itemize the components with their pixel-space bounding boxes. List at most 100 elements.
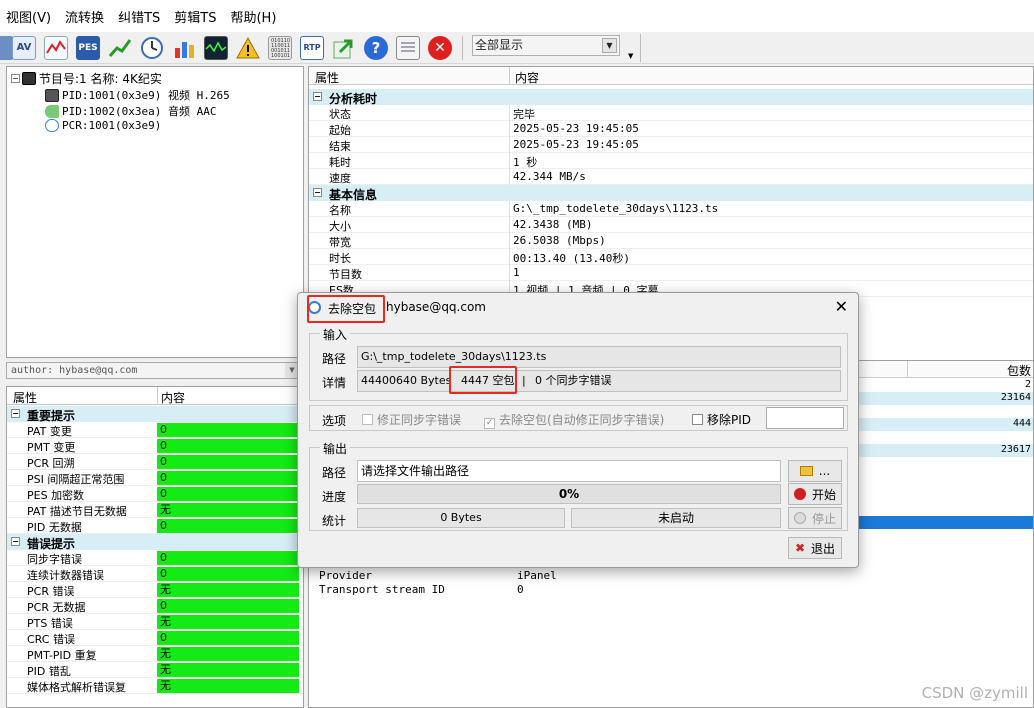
export-arrow-icon[interactable] xyxy=(332,36,356,60)
status-table: 属性 内容 − 重要提示 PAT 变更 0 PMT 变更 0 PCR 回溯 0 PSI 间隔超正… xyxy=(6,386,304,708)
collapse-icon[interactable]: − xyxy=(11,74,20,83)
option-remove-null[interactable]: ✓ 去除空包(自动修正同步字错误) xyxy=(484,411,664,429)
exit-button[interactable]: ✖ 退出 xyxy=(788,537,842,559)
input-path-field[interactable]: G:\_tmp_todelete_30days\1123.ts xyxy=(357,346,841,368)
browse-button[interactable]: ... xyxy=(788,460,842,482)
stats-label: 统计 xyxy=(322,514,347,528)
table-row[interactable]: 节目数 1 xyxy=(309,265,1033,281)
menu-help[interactable]: 帮助(H) xyxy=(230,7,276,26)
menu-fix-ts[interactable]: 纠错TS xyxy=(118,7,160,26)
filter-select[interactable]: 全部显示 ▼ xyxy=(472,35,620,56)
tree-root[interactable]: − 节目号:1 名称: 4K纪实 xyxy=(11,70,162,87)
output-path-field[interactable]: 请选择文件输出路径 xyxy=(357,460,781,482)
table-row[interactable]: PSI 间隔超正常范围 0 xyxy=(7,470,303,486)
section-row[interactable]: − 重要提示 xyxy=(7,406,303,423)
toolbar-overflow-icon[interactable]: ▼ xyxy=(628,52,633,60)
table-row[interactable]: PID 无数据 0 xyxy=(7,518,303,534)
tree-item-audio[interactable]: PID:1002(0x3ea) 音频 AAC xyxy=(45,103,216,119)
row-value: 无 xyxy=(157,647,299,661)
author-box[interactable]: author: hybase@qq.com xyxy=(6,362,298,379)
menu-bar: 视图(V) 流转换 纠错TS 剪辑TS 帮助(H) xyxy=(0,0,1034,32)
table-row[interactable]: 起始 2025-05-23 19:45:05 xyxy=(309,121,1033,137)
bar-chart-icon[interactable] xyxy=(172,36,196,60)
menu-view[interactable]: 视图(V) xyxy=(6,7,51,26)
checkbox-icon xyxy=(362,414,373,425)
table-row[interactable]: 名称 G:\_tmp_todelete_30days\1123.ts xyxy=(309,201,1033,217)
column-divider xyxy=(509,265,510,281)
av-icon[interactable]: AV xyxy=(12,36,36,60)
close-icon[interactable]: ✕ xyxy=(428,36,452,60)
pes-icon[interactable]: PES xyxy=(76,36,100,60)
clock-icon[interactable] xyxy=(140,36,164,60)
table-row[interactable]: 同步字错误 0 xyxy=(7,550,303,566)
option-fix-sync[interactable]: 修正同步字错误 xyxy=(362,411,461,428)
option-remove-pid[interactable]: 移除PID xyxy=(692,411,751,428)
notes-icon[interactable] xyxy=(396,36,420,60)
tree-item-video[interactable]: PID:1001(0x3e9) 视频 H.265 xyxy=(45,87,230,103)
path-label: 路径 xyxy=(322,352,347,366)
row-value: 1 秒 xyxy=(513,156,538,169)
menu-stream-convert[interactable]: 流转换 xyxy=(65,7,104,26)
dialog-close-button[interactable]: ✕ xyxy=(835,297,848,316)
tree-item-label: PCR:1001(0x3e9) xyxy=(62,119,162,132)
table-row[interactable]: CRC 错误 0 xyxy=(7,630,303,646)
pid-input[interactable] xyxy=(766,407,844,429)
column-divider xyxy=(509,121,510,137)
table-row[interactable]: 媒体格式解析错误复 无 xyxy=(7,678,303,694)
table-row[interactable]: 耗时 1 秒 xyxy=(309,153,1033,169)
rtp-icon[interactable]: RTP xyxy=(300,36,324,60)
section-row[interactable]: − 错误提示 xyxy=(7,534,303,551)
table-row[interactable]: PTS 错误 无 xyxy=(7,614,303,630)
binary-icon[interactable]: 010110 110011 001011 100101 xyxy=(268,36,292,60)
row-value: 0 xyxy=(517,583,524,596)
row-value: 无 xyxy=(157,663,299,677)
collapse-icon[interactable]: − xyxy=(11,537,20,546)
dialog-title-author: hybase@qq.com xyxy=(386,300,486,314)
table-row[interactable]: PID 错乱 无 xyxy=(7,662,303,678)
stats-bytes-field: 0 Bytes xyxy=(357,508,565,528)
table-row[interactable]: 时长 00:13.40 (13.40秒) xyxy=(309,249,1033,265)
row-value: 0 xyxy=(157,631,299,645)
collapse-icon[interactable]: − xyxy=(313,92,322,101)
options-label: 选项 xyxy=(322,414,347,428)
chevron-down-icon[interactable]: ▼ xyxy=(602,38,617,53)
table-row[interactable]: PMT 变更 0 xyxy=(7,438,303,454)
wave-icon[interactable] xyxy=(44,36,68,60)
menu-cut-ts[interactable]: 剪辑TS xyxy=(174,7,216,26)
table-row[interactable]: PES 加密数 0 xyxy=(7,486,303,502)
chart-up-icon[interactable] xyxy=(108,36,132,60)
table-row[interactable]: PCR 无数据 0 xyxy=(7,598,303,614)
stop-button[interactable]: 停止 xyxy=(788,507,842,529)
column-divider xyxy=(509,137,510,153)
tree-item-pcr[interactable]: PCR:1001(0x3e9) xyxy=(45,119,161,132)
table-row[interactable]: 大小 42.3438 (MB) xyxy=(309,217,1033,233)
option-label: 去除空包(自动修正同步字错误) xyxy=(499,413,665,427)
film-icon xyxy=(45,88,59,102)
help-icon[interactable]: ? xyxy=(364,36,388,60)
table-row[interactable]: 连续计数器错误 0 xyxy=(7,566,303,582)
collapse-icon[interactable]: − xyxy=(313,188,322,197)
spectrum-icon[interactable] xyxy=(204,36,228,60)
row-value: 42.3438 (MB) xyxy=(513,218,593,231)
section-row[interactable]: − 分析耗时 xyxy=(309,89,1033,106)
table-row[interactable]: PCR 回溯 0 xyxy=(7,454,303,470)
row-attr: 节目数 xyxy=(329,268,362,281)
table-row[interactable]: 状态 完毕 xyxy=(309,105,1033,121)
table-row[interactable]: 速度 42.344 MB/s xyxy=(309,169,1033,185)
row-value: 2025-05-23 19:45:05 xyxy=(513,138,639,151)
table-row[interactable]: 结束 2025-05-23 19:45:05 xyxy=(309,137,1033,153)
table-row[interactable]: PAT 变更 0 xyxy=(7,422,303,438)
table-row[interactable]: 带宽 26.5038 (Mbps) xyxy=(309,233,1033,249)
program-icon xyxy=(22,72,36,85)
table-row[interactable]: PMT-PID 重复 无 xyxy=(7,646,303,662)
section-row[interactable]: − 基本信息 xyxy=(309,185,1033,202)
table-row[interactable]: PAT 描述节目无数据 无 xyxy=(7,502,303,518)
collapse-icon[interactable]: − xyxy=(11,409,20,418)
header-attr: 属性 xyxy=(315,71,340,85)
start-button[interactable]: 开始 xyxy=(788,483,842,505)
row-attr: 时长 xyxy=(329,252,351,265)
remove-null-packets-dialog: 去除空包 hybase@qq.com ✕ 输入 路径 G:\_tmp_todel… xyxy=(297,292,859,568)
table-row[interactable]: PCR 错误 无 xyxy=(7,582,303,598)
row-value: 26.5038 (Mbps) xyxy=(513,234,606,247)
warning-icon[interactable] xyxy=(236,36,260,60)
